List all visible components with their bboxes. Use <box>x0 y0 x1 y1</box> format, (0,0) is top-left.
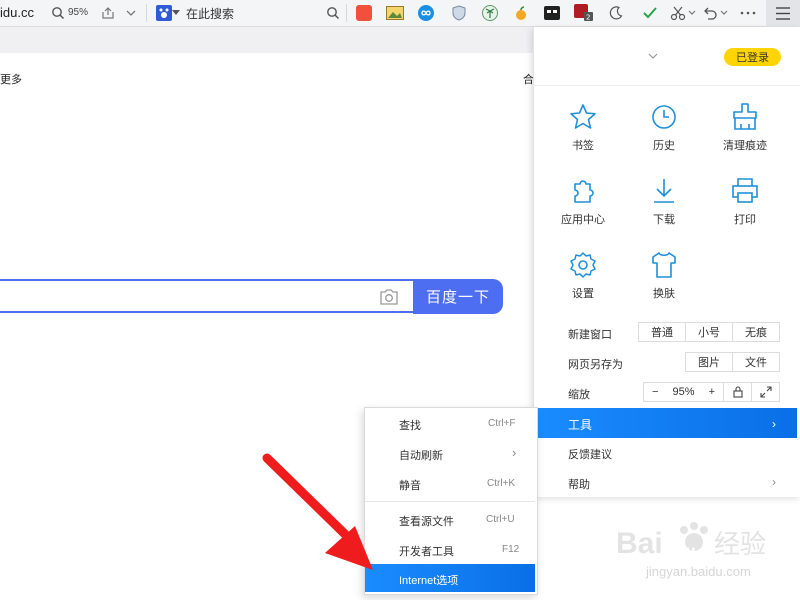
watermark-url: jingyan.baidu.com <box>645 564 751 579</box>
menu-item-skins[interactable]: 换肤 <box>629 250 699 310</box>
menu-item-label: 换肤 <box>653 288 675 300</box>
baidu-search-button[interactable]: 百度一下 <box>413 279 503 314</box>
search-icon[interactable] <box>323 3 343 23</box>
lock-icon <box>732 386 743 398</box>
menu-item-label: 书签 <box>572 140 594 152</box>
toolbar-divider <box>346 4 347 22</box>
download-icon <box>654 179 674 203</box>
watermark-brand-du: du <box>676 543 696 560</box>
find-shortcut: Ctrl+F <box>488 418 516 429</box>
submenu-item-find[interactable]: 查找 <box>399 417 421 433</box>
printer-icon <box>732 178 758 203</box>
hamburger-icon <box>776 7 790 20</box>
menu-divider <box>533 85 800 86</box>
new-window-label: 新建窗口 <box>568 329 612 341</box>
shield-icon[interactable] <box>449 3 469 23</box>
menu-item-feedback[interactable]: 反馈建议 <box>568 446 612 462</box>
new-window-normal-button[interactable]: 普通 <box>638 322 686 342</box>
menu-item-settings[interactable]: 设置 <box>548 250 618 310</box>
toolbar-search-placeholder[interactable]: 在此搜索 <box>186 5 234 22</box>
menu-item-label: 打印 <box>734 214 756 226</box>
menu-item-label: 应用中心 <box>561 214 605 226</box>
zoom-control: − 95% + <box>643 382 724 402</box>
chevron-down-icon[interactable] <box>121 3 141 23</box>
chevron-right-icon: › <box>512 445 517 460</box>
save-as-image-button[interactable]: 图片 <box>685 352 733 372</box>
translate-icon[interactable] <box>354 3 374 23</box>
menu-item-label: 下载 <box>653 214 675 226</box>
infinity-extension-icon[interactable] <box>416 3 436 23</box>
zoom-value: 95% <box>672 386 695 398</box>
zoom-lock-button[interactable] <box>723 382 752 402</box>
undo-icon[interactable] <box>700 3 720 23</box>
mask-extension-icon[interactable] <box>542 3 562 23</box>
zoom-search-icon[interactable] <box>48 3 68 23</box>
login-status-badge[interactable]: 已登录 <box>724 48 781 66</box>
submenu-item-mute[interactable]: 静音 <box>399 477 421 493</box>
submenu-item-view-source[interactable]: 查看源文件 <box>399 513 454 529</box>
baidu-search-input[interactable] <box>0 279 413 313</box>
save-as-file-button[interactable]: 文件 <box>732 352 780 372</box>
view-source-shortcut: Ctrl+U <box>486 514 515 525</box>
notification-badge-icon[interactable]: 2 <box>574 3 594 23</box>
menu-item-help[interactable]: 帮助 <box>568 476 590 492</box>
zoom-label: 缩放 <box>568 389 590 401</box>
history-clock-icon <box>652 105 676 129</box>
more-link[interactable]: 更多 <box>0 71 22 87</box>
address-bar-url[interactable]: idu.cc <box>0 5 34 20</box>
mute-shortcut: Ctrl+K <box>487 478 516 489</box>
zoom-in-button[interactable]: + <box>709 386 715 398</box>
new-window-incognito-button[interactable]: 无痕 <box>732 322 780 342</box>
broom-icon <box>733 103 757 130</box>
watermark-brand: Bai <box>616 527 663 560</box>
watermark-suffix: 经验 <box>714 530 766 560</box>
toolbar-divider <box>146 4 147 22</box>
new-window-small-button[interactable]: 小号 <box>685 322 733 342</box>
moon-icon[interactable] <box>606 3 626 23</box>
menu-item-history[interactable]: 历史 <box>629 102 699 162</box>
palm-extension-icon[interactable] <box>480 3 500 23</box>
star-icon <box>570 104 596 129</box>
submenu-item-auto-refresh[interactable]: 自动刷新 <box>399 447 443 463</box>
chevron-right-icon: › <box>772 475 776 489</box>
share-icon[interactable] <box>98 3 118 23</box>
menu-item-bookmarks[interactable]: 书签 <box>548 102 618 162</box>
chevron-down-icon[interactable] <box>718 3 730 23</box>
fullscreen-button[interactable] <box>751 382 780 402</box>
engine-dropdown-icon[interactable] <box>170 3 182 23</box>
menu-item-app-center[interactable]: 应用中心 <box>548 176 618 236</box>
menu-item-label: 清理痕迹 <box>723 140 767 152</box>
menu-item-downloads[interactable]: 下载 <box>629 176 699 236</box>
gear-icon <box>570 252 596 278</box>
scissors-icon[interactable] <box>668 3 688 23</box>
checkmark-extension-icon[interactable] <box>640 3 660 23</box>
more-dots-icon[interactable] <box>738 3 758 23</box>
red-arrow-annotation <box>262 453 373 570</box>
account-chevron-down-icon[interactable] <box>646 50 660 60</box>
screenshot-image-icon[interactable] <box>385 3 405 23</box>
chevron-right-icon: › <box>772 417 776 431</box>
submenu-item-dev-tools[interactable]: 开发者工具 <box>399 543 454 559</box>
menu-item-label: 历史 <box>653 140 675 152</box>
fruit-extension-icon[interactable] <box>511 3 531 23</box>
svg-text:2: 2 <box>586 14 590 22</box>
main-menu-button[interactable] <box>766 0 800 27</box>
shirt-icon <box>652 252 676 278</box>
camera-icon[interactable] <box>378 287 400 307</box>
submenu-item-internet-options[interactable]: Internet选项 <box>399 572 458 588</box>
menu-item-clear-traces[interactable]: 清理痕迹 <box>710 102 780 162</box>
page-header-band <box>0 27 533 53</box>
menu-item-print[interactable]: 打印 <box>710 176 780 236</box>
tools-label: 工具 <box>568 418 593 432</box>
expand-icon <box>759 386 772 398</box>
zoom-out-button[interactable]: − <box>652 386 658 398</box>
zoom-level-readout[interactable]: 95% <box>68 7 88 18</box>
chevron-down-icon[interactable] <box>686 3 698 23</box>
save-page-label: 网页另存为 <box>568 359 623 371</box>
puzzle-icon <box>574 180 594 203</box>
dev-tools-shortcut: F12 <box>502 544 520 555</box>
baidu-jingyan-watermark: Bai du 经验 jingyan.baidu.com <box>616 522 766 579</box>
menu-item-label: 设置 <box>572 288 594 300</box>
